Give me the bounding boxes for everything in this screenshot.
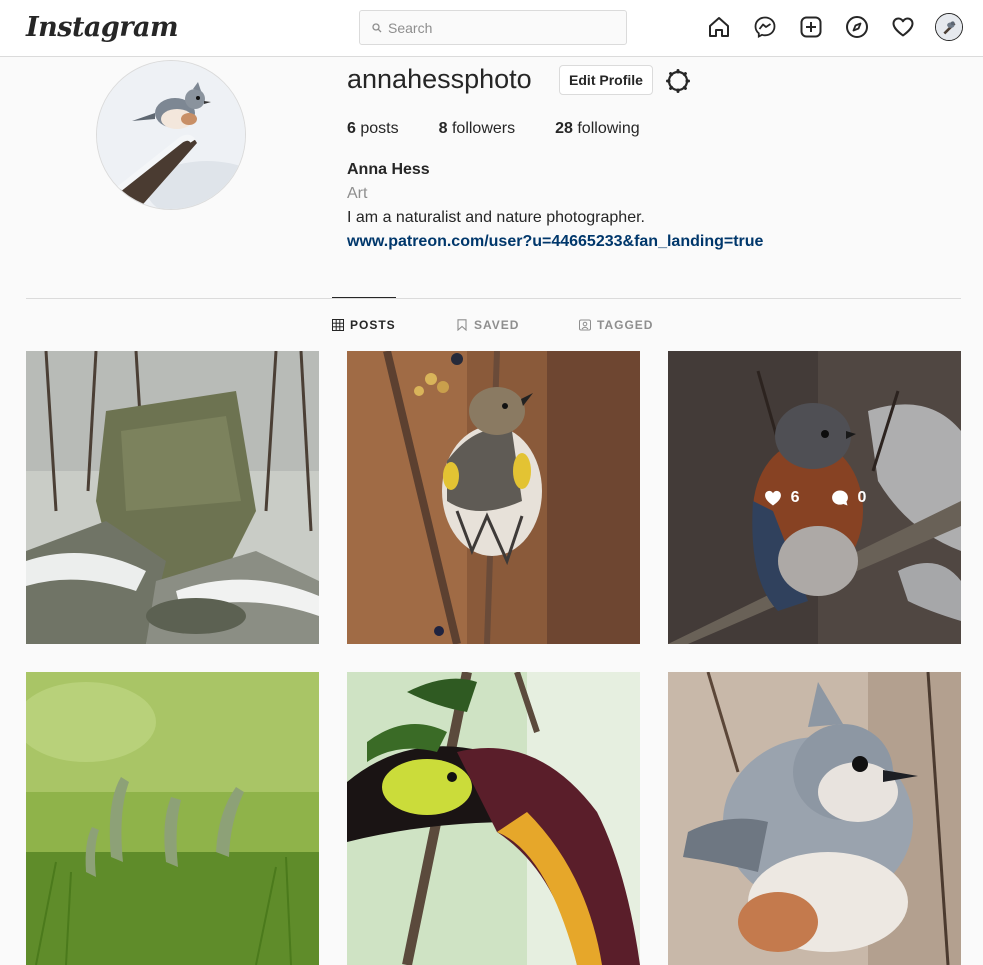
search-icon — [372, 22, 382, 32]
profile-website-link[interactable]: www.patreon.com/user?u=44665233&fan_land… — [347, 233, 763, 251]
post-hover-overlay: 6 0 — [668, 351, 961, 644]
post-tile-lichen[interactable] — [26, 672, 319, 965]
comment-filled-icon — [831, 490, 848, 505]
grid-icon — [332, 319, 344, 331]
edit-profile-button[interactable]: Edit Profile — [559, 65, 653, 95]
profile-username: annahessphoto — [347, 64, 532, 94]
heart-filled-icon — [764, 490, 781, 505]
activity-heart-icon[interactable] — [890, 14, 916, 40]
profile-avatar-icon[interactable] — [935, 13, 963, 41]
search-input[interactable] — [388, 19, 608, 36]
home-icon[interactable] — [706, 14, 732, 40]
profile-category: Art — [347, 185, 368, 202]
following-count[interactable]: 28 following — [555, 120, 640, 138]
settings-gear-icon[interactable] — [665, 68, 691, 94]
tagged-person-icon — [579, 319, 591, 331]
post-tile-snowy-rocks[interactable] — [26, 351, 319, 644]
top-navigation-bar: Instagram — [0, 0, 983, 57]
profile-full-name: Anna Hess — [347, 161, 430, 178]
tab-posts[interactable]: POSTS — [332, 318, 396, 332]
comments-stat: 0 — [830, 488, 866, 508]
likes-stat: 6 — [763, 488, 800, 508]
messenger-icon[interactable] — [752, 14, 778, 40]
explore-icon[interactable] — [844, 14, 870, 40]
followers-count[interactable]: 8 followers — [439, 120, 516, 138]
new-post-icon[interactable] — [798, 14, 824, 40]
post-tile-toucan[interactable] — [347, 672, 640, 965]
nav-icon-group — [706, 14, 936, 40]
tabs-divider — [26, 298, 961, 299]
post-tile-titmouse[interactable] — [668, 672, 961, 965]
post-tile-warbler[interactable] — [347, 351, 640, 644]
profile-picture[interactable] — [96, 60, 246, 210]
tab-tagged[interactable]: TAGGED — [579, 318, 653, 332]
post-tile-bluebird[interactable]: 6 0 — [668, 351, 961, 644]
tab-saved[interactable]: SAVED — [456, 318, 519, 332]
profile-bio: I am a naturalist and nature photographe… — [347, 209, 645, 226]
active-tab-indicator — [332, 297, 396, 298]
bookmark-icon — [457, 319, 467, 331]
profile-stats: 6 posts 8 followers 28 following — [347, 120, 680, 138]
instagram-logo[interactable]: Instagram — [26, 12, 179, 43]
posts-count[interactable]: 6 posts — [347, 120, 399, 138]
search-box[interactable] — [359, 10, 627, 45]
